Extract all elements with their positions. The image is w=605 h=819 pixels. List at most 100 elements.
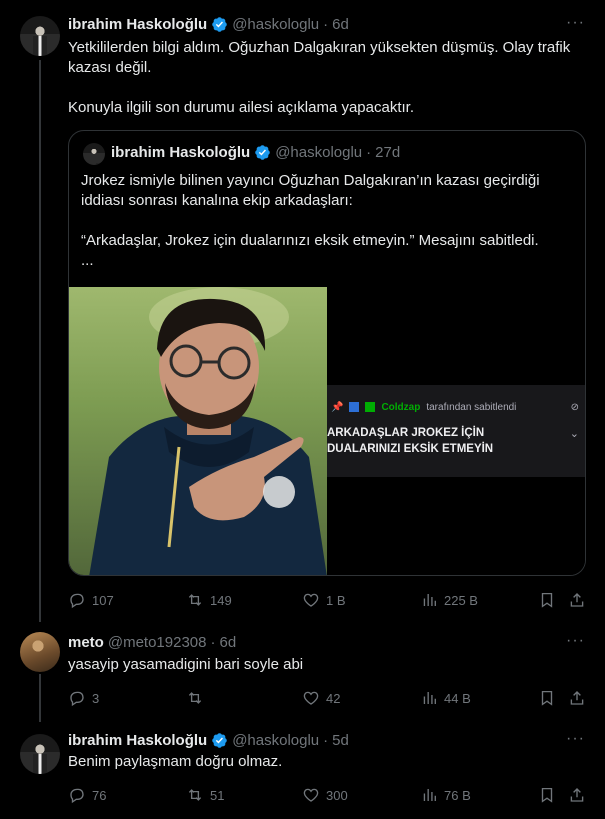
reply-count: 3 [92, 690, 100, 706]
more-icon[interactable]: ··· [566, 632, 585, 650]
pinned-message-line2: DUALARINIZI EKSİK ETMEYİN [327, 443, 494, 455]
like-icon [302, 786, 320, 804]
chat-screenshot[interactable]: 📌 Coldzap tarafından sabitlendi ⊘ ARKADA… [327, 385, 585, 477]
views-button[interactable]: 44 B [420, 688, 471, 708]
pin-icon: 📌 [331, 401, 344, 413]
separator: · [323, 731, 329, 749]
quoted-text-line3: ... [81, 252, 94, 269]
author-name[interactable]: ibrahim Haskoloğlu [68, 16, 207, 33]
author-handle[interactable]: @meto192308 [108, 634, 207, 651]
tweet-time[interactable]: 5d [332, 732, 349, 749]
bookmark-icon [538, 786, 556, 804]
badge-icon [349, 402, 360, 412]
reply-button[interactable]: 76 [68, 785, 106, 805]
reply-icon [68, 591, 86, 609]
share-button[interactable] [568, 688, 586, 708]
tweet-text: Benim paylaşmam doğru olmaz. [68, 753, 283, 770]
thread-line [39, 674, 41, 722]
repost-button[interactable]: 149 [186, 590, 232, 610]
views-button[interactable]: 76 B [420, 785, 471, 805]
tweet-actions: 107 149 1 B 225 B [68, 590, 588, 610]
share-icon [568, 786, 586, 804]
repost-icon [186, 689, 204, 707]
repost-button[interactable]: 51 [186, 785, 224, 805]
views-icon [420, 786, 438, 804]
tweet-actions: 76 51 300 76 B [68, 785, 588, 805]
tweet-header: ibrahim Haskoloğlu @haskologlu · 5d [68, 730, 349, 750]
views-count: 44 B [444, 690, 471, 706]
like-icon [302, 591, 320, 609]
separator: · [323, 15, 329, 33]
author-avatar[interactable] [20, 734, 60, 774]
repost-button[interactable] [186, 688, 210, 708]
tweet-time[interactable]: 6d [219, 634, 236, 651]
pinned-by-user: Coldzap [381, 401, 421, 413]
pinned-suffix: tarafından sabitlendi [426, 401, 517, 413]
tweet-time[interactable]: 6d [332, 16, 349, 33]
reply-icon [68, 689, 86, 707]
bookmark-icon [538, 591, 556, 609]
bookmark-button[interactable] [538, 590, 556, 610]
tweet-header: ibrahim Haskoloğlu @haskologlu · 6d [68, 14, 349, 34]
repost-icon [186, 591, 204, 609]
author-avatar[interactable] [20, 16, 60, 56]
reply-tweet[interactable]: meto @meto192308 · 6d ··· yasayip yasama… [0, 620, 605, 722]
author-name[interactable]: ibrahim Haskoloğlu [68, 732, 207, 749]
like-button[interactable]: 42 [302, 688, 340, 708]
author-reply-tweet[interactable]: ibrahim Haskoloğlu @haskologlu · 5d ··· … [0, 718, 605, 819]
quoted-tweet-time: 27d [375, 144, 401, 161]
share-icon [568, 591, 586, 609]
separator: · [366, 144, 372, 161]
more-icon[interactable]: ··· [566, 14, 585, 32]
repost-count: 149 [210, 592, 232, 608]
verified-badge-icon [211, 732, 228, 749]
author-name[interactable]: meto [68, 634, 104, 651]
reply-icon [68, 786, 86, 804]
views-icon [420, 689, 438, 707]
quoted-text-line1: Jrokez ismiyle bilinen yayıncı Oğuzhan D… [81, 172, 540, 209]
quoted-author-name: ibrahim Haskoloğlu [111, 144, 251, 161]
share-icon [568, 689, 586, 707]
reply-button[interactable]: 3 [68, 688, 99, 708]
portrait-photo[interactable] [69, 287, 327, 575]
quoted-text-line2: “Arkadaşlar, Jrokez için dualarınızı eks… [81, 232, 539, 249]
portrait-illustration [89, 287, 327, 575]
tweet-actions: 3 42 44 B [68, 688, 588, 708]
gift-icon [365, 402, 376, 412]
pinned-bar: 📌 Coldzap tarafından sabitlendi ⊘ [327, 397, 585, 417]
reply-author-avatar[interactable] [20, 632, 60, 672]
reply-button[interactable]: 107 [68, 590, 114, 610]
author-handle[interactable]: @haskologlu [232, 732, 319, 749]
like-button[interactable]: 1 B [302, 590, 346, 610]
chevron-down-icon: ⌄ [569, 428, 579, 440]
thread-line [39, 60, 41, 622]
tweet-text-line2: Konuyla ilgili son durumu ailesi açıklam… [68, 99, 415, 116]
reply-count: 107 [92, 592, 114, 608]
views-count: 76 B [444, 787, 471, 803]
repost-count: 51 [210, 787, 225, 803]
quoted-media[interactable]: 📌 Coldzap tarafından sabitlendi ⊘ ARKADA… [69, 287, 585, 575]
author-handle[interactable]: @haskologlu [232, 16, 319, 33]
quoted-tweet[interactable]: ibrahim Haskoloğlu @haskologlu · 27d Jro… [68, 130, 586, 576]
bookmark-button[interactable] [538, 785, 556, 805]
verified-badge-icon [211, 16, 228, 33]
separator: · [210, 633, 216, 651]
share-button[interactable] [568, 785, 586, 805]
main-tweet[interactable]: ibrahim Haskoloğlu @haskologlu · 6d ··· … [0, 0, 605, 622]
views-icon [420, 591, 438, 609]
tweet-text: yasayip yasamadigini bari soyle abi [68, 656, 304, 673]
views-button[interactable]: 225 B [420, 590, 478, 610]
share-button[interactable] [568, 590, 586, 610]
bookmark-button[interactable] [538, 688, 556, 708]
quoted-tweet-header: ibrahim Haskoloğlu @haskologlu · 27d [111, 144, 400, 161]
quoted-author-avatar [83, 143, 105, 165]
like-icon [302, 689, 320, 707]
like-count: 42 [326, 690, 341, 706]
pinned-message-line1: ARKADAŞLAR JROKEZ İÇİN [327, 427, 485, 439]
verified-badge-icon [254, 144, 271, 161]
like-count: 1 B [326, 592, 346, 608]
like-count: 300 [326, 787, 348, 803]
eye-off-icon: ⊘ [570, 401, 579, 413]
like-button[interactable]: 300 [302, 785, 348, 805]
more-icon[interactable]: ··· [566, 730, 585, 748]
